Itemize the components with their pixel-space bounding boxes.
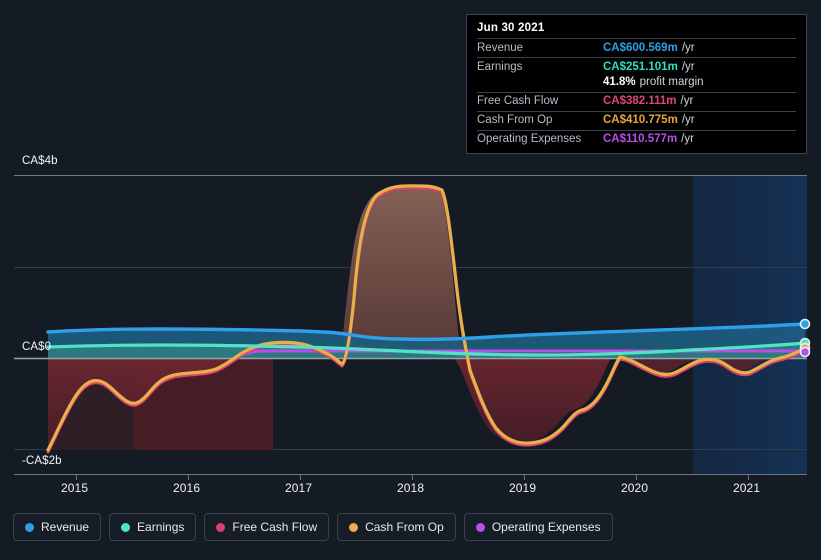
tooltip-value-cash-from-op: CA$410.775m — [603, 114, 678, 126]
chart-legend: Revenue Earnings Free Cash Flow Cash Fro… — [13, 513, 613, 541]
legend-dot-earnings-icon — [121, 522, 131, 532]
legend-dot-operating-expenses-icon — [475, 522, 485, 532]
tooltip-row-cash-from-op: Cash From Op CA$410.775m /yr — [477, 110, 796, 130]
legend-dot-cash-from-op-icon — [349, 522, 359, 532]
tooltip-row-earnings: Earnings CA$251.101m /yr — [477, 57, 796, 76]
tooltip-key-earnings: Earnings — [477, 60, 523, 73]
tooltip-unit-free-cash-flow: /yr — [680, 95, 694, 107]
legend-item-earnings[interactable]: Earnings — [109, 513, 197, 541]
x-axis-label-2018: 2018 — [397, 481, 425, 495]
tooltip-value-free-cash-flow: CA$382.111m — [603, 95, 677, 107]
x-axis-label-2019: 2019 — [509, 481, 537, 495]
legend-item-revenue[interactable]: Revenue — [13, 513, 102, 541]
y-axis-label-zero: CA$0 — [22, 341, 52, 353]
legend-label-operating-expenses: Operating Expenses — [491, 520, 601, 534]
tooltip-value-earnings: CA$251.101m — [603, 60, 678, 73]
data-tooltip: Jun 30 2021 Revenue CA$600.569m /yr Earn… — [466, 14, 807, 154]
tooltip-unit-profit-margin: profit margin — [639, 76, 704, 88]
legend-label-free-cash-flow: Free Cash Flow — [232, 520, 318, 534]
tooltip-key-operating-expenses: Operating Expenses — [477, 133, 582, 145]
legend-dot-free-cash-flow-icon — [216, 522, 226, 532]
tooltip-row-free-cash-flow: Free Cash Flow CA$382.111m /yr — [477, 91, 796, 111]
cash-from-op-negative-area-2 — [455, 357, 612, 444]
tooltip-unit-operating-expenses: /yr — [681, 133, 694, 145]
x-axis-label-2017: 2017 — [285, 481, 313, 495]
x-axis-label-2020: 2020 — [621, 481, 649, 495]
tooltip-unit-earnings: /yr — [681, 60, 695, 73]
tooltip-row-operating-expenses: Operating Expenses CA$110.577m /yr — [477, 129, 796, 149]
tooltip-value-revenue: CA$600.569m — [603, 41, 678, 54]
legend-dot-revenue-icon — [25, 522, 34, 532]
y-axis-label-bottom: -CA$2b — [22, 455, 62, 467]
tooltip-key-revenue: Revenue — [477, 41, 524, 54]
tooltip-date: Jun 30 2021 — [477, 22, 545, 34]
cash-from-op-positive-area — [340, 187, 461, 359]
x-axis-label-2021: 2021 — [733, 481, 761, 495]
tooltip-unit-cash-from-op: /yr — [681, 114, 695, 126]
legend-label-earnings: Earnings — [137, 520, 185, 534]
tooltip-key-cash-from-op: Cash From Op — [477, 114, 553, 126]
tooltip-value-operating-expenses: CA$110.577m — [603, 133, 678, 145]
tooltip-unit-revenue: /yr — [681, 41, 695, 54]
legend-label-revenue: Revenue — [41, 520, 90, 534]
legend-label-cash-from-op: Cash From Op — [365, 520, 444, 534]
tooltip-key-free-cash-flow: Free Cash Flow — [477, 95, 559, 107]
legend-item-operating-expenses[interactable]: Operating Expenses — [463, 513, 613, 541]
y-axis-label-top: CA$4b — [22, 155, 58, 167]
financial-chart-page: CA$4b CA$0 -CA$2b 2015 2016 2017 2018 20… — [0, 0, 821, 560]
tooltip-row-revenue: Revenue CA$600.569m /yr — [477, 38, 796, 57]
x-axis-label-2016: 2016 — [173, 481, 201, 495]
legend-item-free-cash-flow[interactable]: Free Cash Flow — [204, 513, 330, 541]
legend-item-cash-from-op[interactable]: Cash From Op — [337, 513, 456, 541]
x-axis-label-2015: 2015 — [61, 481, 89, 495]
tooltip-value-profit-margin: 41.8% — [603, 76, 636, 88]
tooltip-row-profit-margin: 41.8% profit margin — [477, 76, 796, 92]
